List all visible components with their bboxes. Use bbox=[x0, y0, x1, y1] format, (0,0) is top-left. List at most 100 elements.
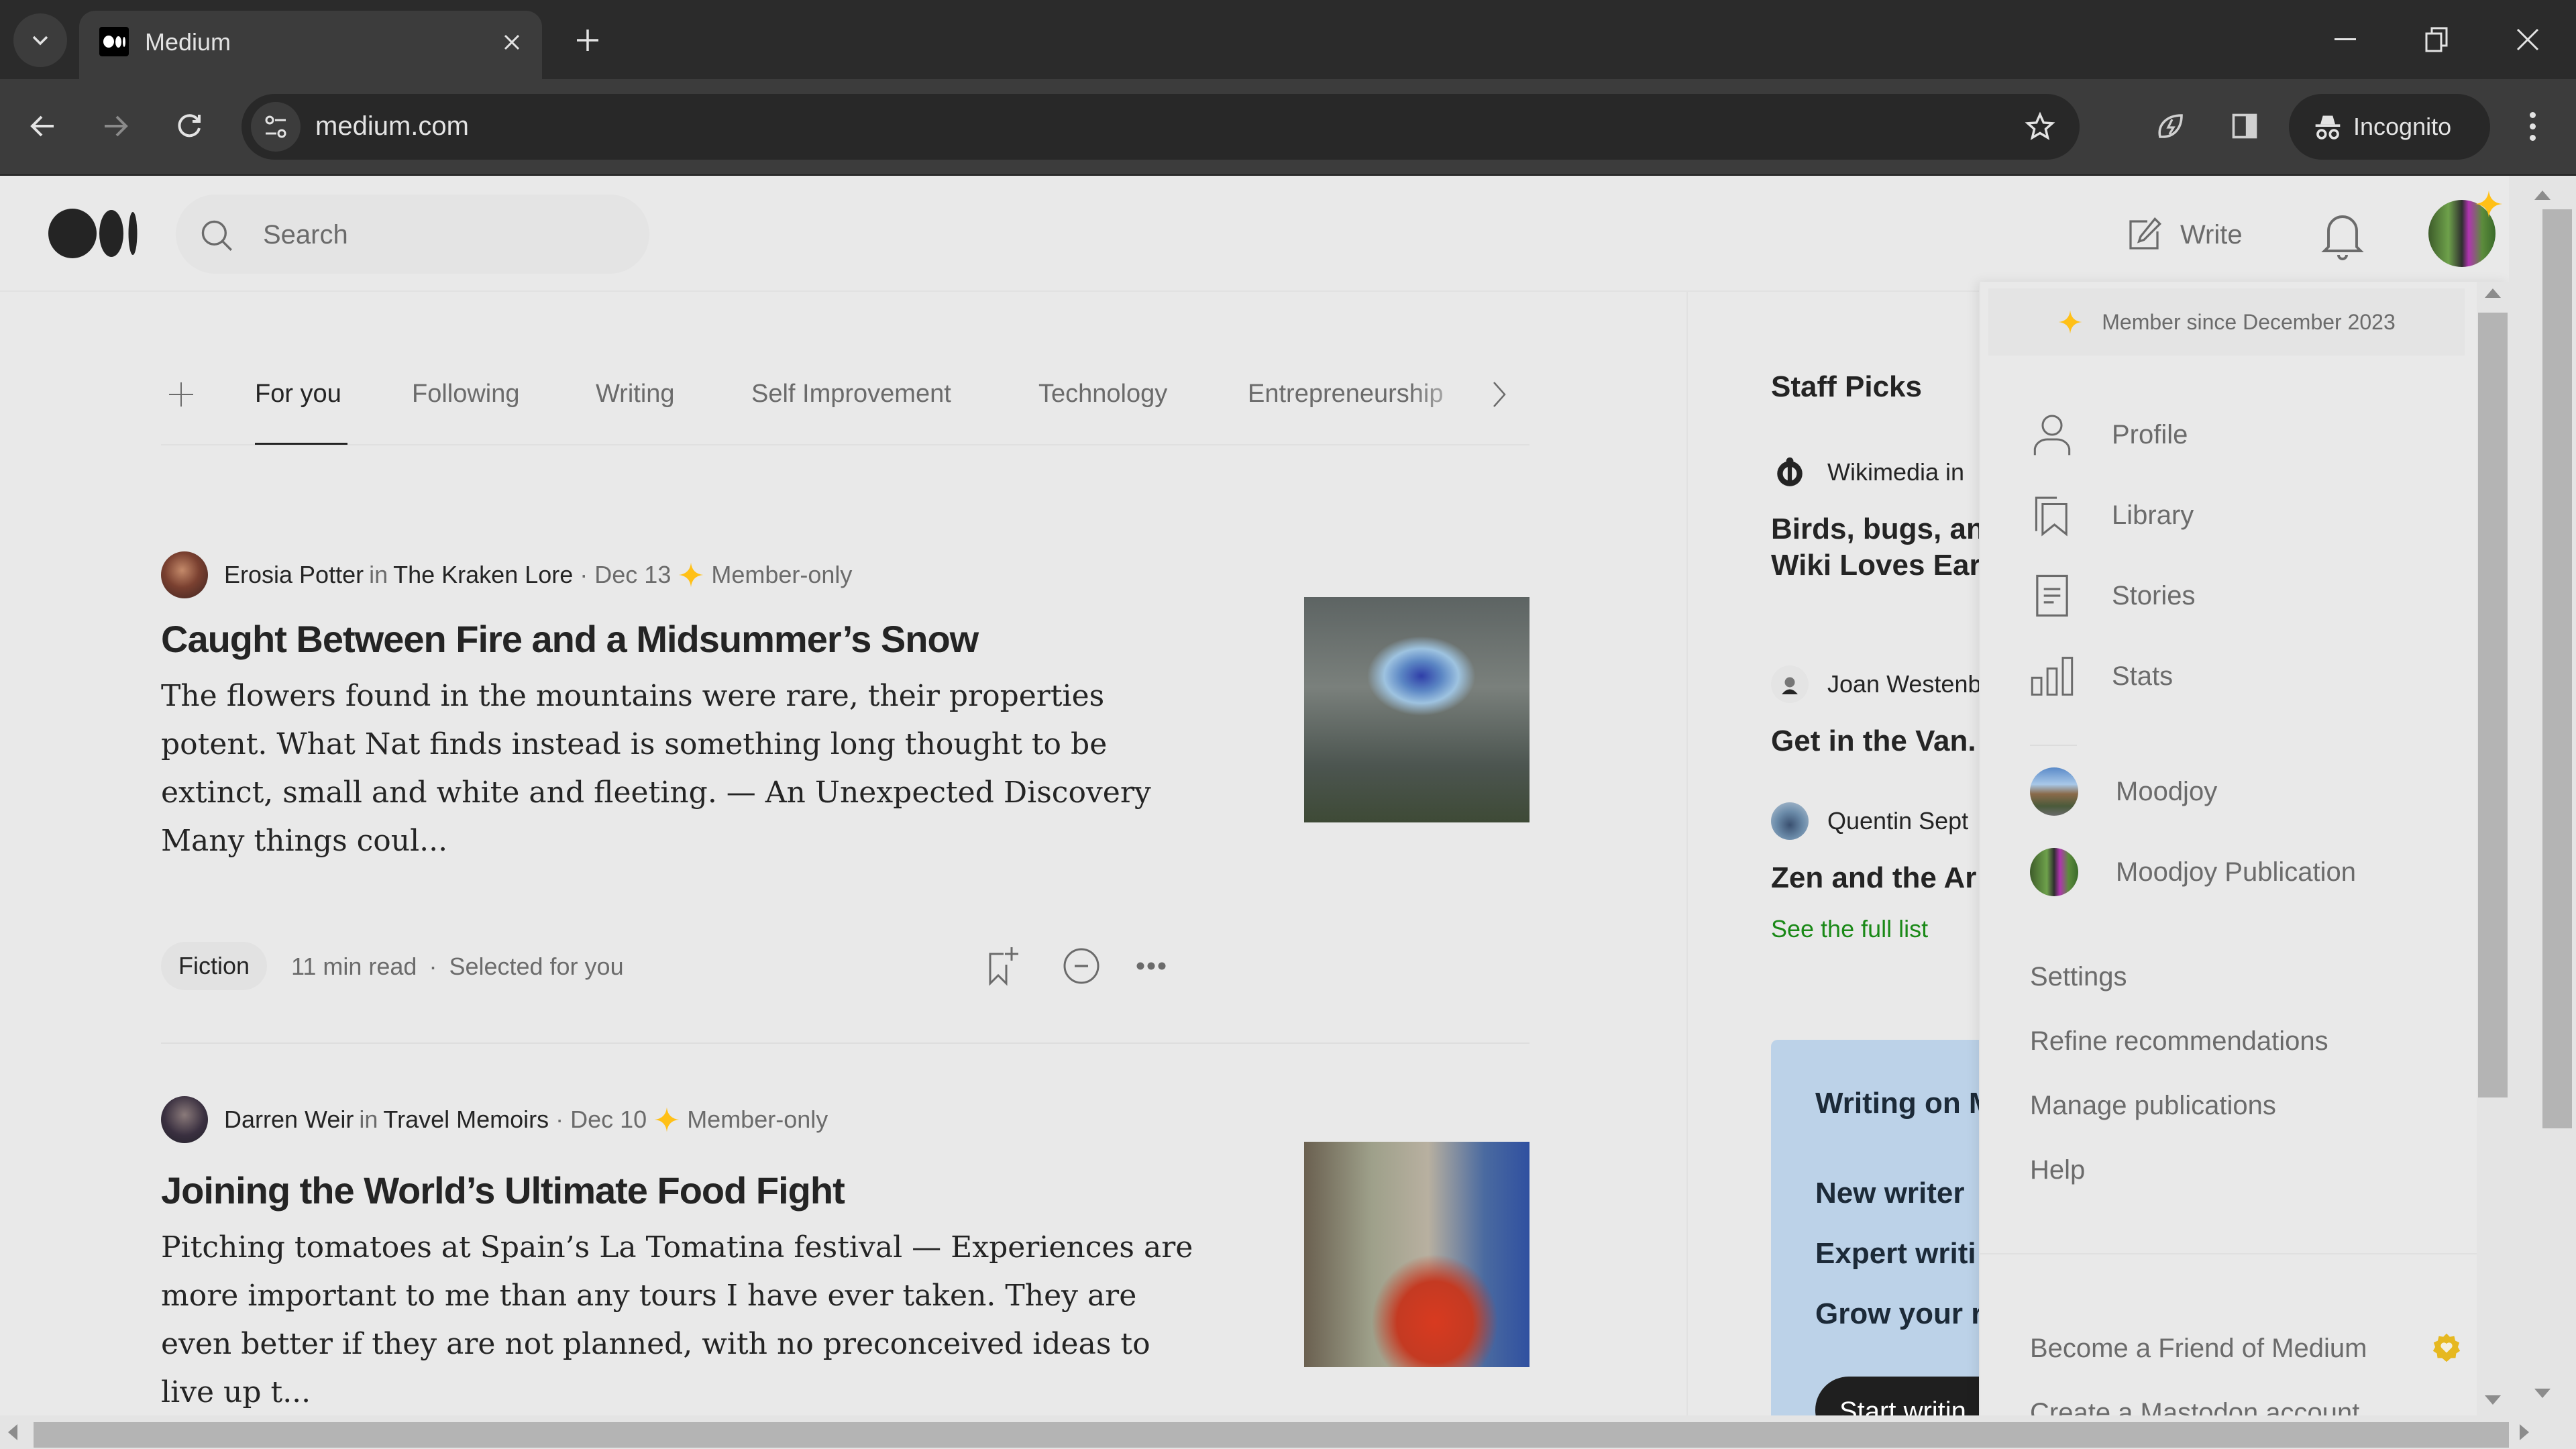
search-placeholder: Search bbox=[263, 220, 348, 250]
dropdown-scroll-thumb[interactable] bbox=[2478, 313, 2508, 1097]
card-link[interactable]: Expert writi bbox=[1815, 1237, 1976, 1271]
browser-toolbar: medium.com Incognito bbox=[0, 79, 2576, 176]
publication-name[interactable]: The Kraken Lore bbox=[393, 561, 573, 589]
close-window-button[interactable] bbox=[2501, 16, 2555, 63]
author-name[interactable]: Erosia Potter bbox=[224, 561, 364, 589]
scroll-down-arrow-icon[interactable] bbox=[2534, 1389, 2551, 1398]
back-button[interactable] bbox=[16, 99, 70, 153]
more-options-button[interactable] bbox=[1130, 945, 1173, 987]
site-info-button[interactable] bbox=[251, 102, 301, 152]
pick-author[interactable]: Quentin Sept bbox=[1771, 802, 1968, 840]
pick-author[interactable]: Wikimedia in bbox=[1771, 453, 1964, 491]
chevron-right-icon bbox=[1493, 382, 1506, 407]
menu-item-become-friend[interactable]: Become a Friend of Medium bbox=[2030, 1334, 2367, 1364]
pick-title[interactable]: Birds, bugs, an bbox=[1771, 511, 1984, 547]
user-menu-dropdown: Member since December 2023 Profile Libra… bbox=[1979, 282, 2509, 1415]
topic-tag[interactable]: Fiction bbox=[161, 942, 268, 990]
menu-item-profile[interactable]: Profile bbox=[2030, 408, 2188, 462]
menu-item-refine-recommendations[interactable]: Refine recommendations bbox=[2030, 1026, 2328, 1057]
topic-tabs: For you Following Writing Self Improveme… bbox=[161, 357, 1529, 445]
address-bar[interactable]: medium.com bbox=[241, 94, 2080, 160]
menu-item-library[interactable]: Library bbox=[2030, 488, 2194, 542]
page-horizontal-scrollbar[interactable] bbox=[0, 1415, 2576, 1449]
start-writing-button[interactable]: Start writin bbox=[1815, 1377, 1986, 1415]
scroll-up-arrow-icon[interactable] bbox=[2534, 191, 2551, 200]
menu-item-help[interactable]: Help bbox=[2030, 1155, 2085, 1185]
article-excerpt[interactable]: Pitching tomatoes at Spain’s La Tomatina… bbox=[161, 1224, 1208, 1415]
author-avatar[interactable] bbox=[161, 551, 208, 598]
search-input[interactable]: Search bbox=[176, 195, 649, 274]
page-vertical-scrollbar[interactable] bbox=[2509, 176, 2576, 1415]
menu-item-account-moodjoy-publication[interactable]: Moodjoy Publication bbox=[2030, 845, 2356, 899]
article-card[interactable]: Darren Weir in Travel Memoirs · Dec 10 M… bbox=[161, 1096, 1529, 1415]
menu-item-manage-publications[interactable]: Manage publications bbox=[2030, 1091, 2276, 1121]
card-link[interactable]: Grow your r bbox=[1815, 1297, 1982, 1331]
dropdown-scrollbar[interactable] bbox=[2477, 282, 2509, 1415]
tab-title: Medium bbox=[145, 28, 231, 56]
scroll-left-arrow-icon[interactable] bbox=[8, 1424, 17, 1440]
card-link[interactable]: New writer bbox=[1815, 1177, 1965, 1210]
scroll-down-arrow-icon[interactable] bbox=[2485, 1395, 2501, 1405]
minimize-icon bbox=[2334, 38, 2356, 40]
restore-button[interactable] bbox=[2410, 16, 2463, 63]
tab-self-improvement[interactable]: Self Improvement bbox=[751, 380, 951, 409]
library-icon bbox=[2030, 493, 2074, 537]
topics-next-button[interactable] bbox=[1483, 374, 1516, 415]
article-thumbnail[interactable] bbox=[1304, 1142, 1529, 1367]
publication-name[interactable]: Travel Memoirs bbox=[383, 1106, 549, 1134]
browser-tab-medium[interactable]: Medium bbox=[79, 11, 542, 79]
pick-title[interactable]: Wiki Loves Ear bbox=[1771, 547, 1981, 584]
new-tab-button[interactable] bbox=[568, 20, 608, 60]
tab-technology[interactable]: Technology bbox=[1038, 380, 1167, 409]
pick-author-name: Joan Westenb bbox=[1827, 670, 1982, 698]
side-panel-icon[interactable] bbox=[2218, 99, 2271, 153]
horizontal-scroll-thumb[interactable] bbox=[34, 1422, 2509, 1448]
author-avatar[interactable] bbox=[161, 1096, 208, 1143]
tab-following[interactable]: Following bbox=[412, 380, 520, 409]
active-tab-indicator bbox=[255, 443, 347, 445]
article-thumbnail[interactable] bbox=[1304, 597, 1529, 822]
menu-item-stories[interactable]: Stories bbox=[2030, 569, 2196, 623]
minimize-button[interactable] bbox=[2318, 16, 2372, 63]
close-tab-icon[interactable] bbox=[495, 25, 529, 59]
tab-for-you[interactable]: For you bbox=[255, 380, 341, 409]
pick-title[interactable]: Get in the Van. bbox=[1771, 723, 1976, 759]
write-button[interactable]: Write bbox=[2124, 208, 2243, 262]
tab-search-button[interactable] bbox=[13, 13, 67, 67]
tab-writing[interactable]: Writing bbox=[596, 380, 675, 409]
stories-icon bbox=[2030, 574, 2074, 618]
browser-menu-button[interactable] bbox=[2509, 99, 2556, 153]
article-card[interactable]: Erosia Potter in The Kraken Lore · Dec 1… bbox=[161, 551, 1529, 860]
chevron-down-icon bbox=[32, 36, 48, 46]
in-label: in bbox=[359, 1106, 378, 1133]
plus-icon bbox=[169, 382, 193, 407]
article-excerpt[interactable]: The flowers found in the mountains were … bbox=[161, 672, 1208, 865]
menu-item-stats[interactable]: Stats bbox=[2030, 649, 2173, 703]
article-title[interactable]: Joining the World’s Ultimate Food Fight bbox=[161, 1169, 845, 1212]
article-title[interactable]: Caught Between Fire and a Midsummer’s Sn… bbox=[161, 617, 979, 661]
author-avatar bbox=[1771, 802, 1809, 840]
menu-item-label: Moodjoy Publication bbox=[2116, 857, 2356, 887]
show-less-button[interactable] bbox=[1060, 945, 1103, 987]
add-topic-button[interactable] bbox=[161, 374, 201, 415]
member-since-text: Member since December 2023 bbox=[2102, 309, 2396, 334]
stats-icon bbox=[2030, 654, 2074, 698]
incognito-indicator[interactable]: Incognito bbox=[2289, 94, 2490, 160]
pick-author[interactable]: Joan Westenb bbox=[1771, 665, 1981, 703]
menu-item-account-moodjoy[interactable]: Moodjoy bbox=[2030, 765, 2217, 818]
reload-button[interactable] bbox=[162, 99, 216, 153]
performance-icon[interactable] bbox=[2144, 99, 2198, 153]
menu-item-mastodon[interactable]: Create a Mastodon account bbox=[2030, 1398, 2359, 1415]
author-name[interactable]: Darren Weir bbox=[224, 1106, 354, 1134]
save-button[interactable] bbox=[981, 945, 1024, 987]
forward-button[interactable] bbox=[89, 99, 142, 153]
pick-title[interactable]: Zen and the Ar bbox=[1771, 860, 1976, 896]
scroll-right-arrow-icon[interactable] bbox=[2520, 1424, 2529, 1440]
page-scroll-thumb[interactable] bbox=[2542, 209, 2572, 1128]
scroll-up-arrow-icon[interactable] bbox=[2485, 288, 2501, 298]
bookmark-star-icon[interactable] bbox=[2019, 106, 2061, 148]
see-full-list-link[interactable]: See the full list bbox=[1771, 915, 1928, 943]
notifications-bell-icon[interactable] bbox=[2318, 208, 2367, 262]
menu-item-settings[interactable]: Settings bbox=[2030, 962, 2127, 992]
medium-logo[interactable] bbox=[48, 208, 140, 259]
